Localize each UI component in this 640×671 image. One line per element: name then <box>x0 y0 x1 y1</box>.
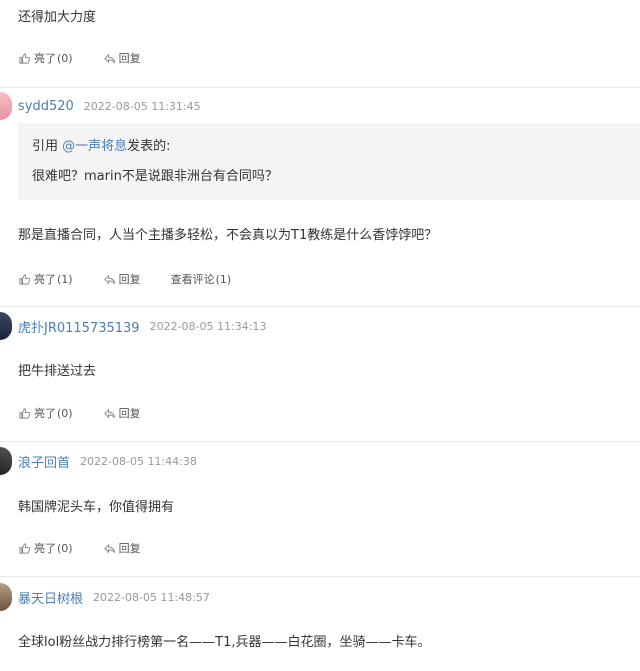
reply-label: 回复 <box>118 407 141 420</box>
timestamp: 2022-08-05 11:31:45 <box>83 99 201 113</box>
comment-actions: 亮了 (1) 回复 查看评论 (1) <box>18 271 261 287</box>
comment-text: 韩国牌泥头车，你值得拥有 <box>18 500 175 515</box>
like-count: (0) <box>57 541 73 555</box>
reply-button[interactable]: 回复 <box>103 405 141 421</box>
reply-icon <box>103 274 115 284</box>
comment-header: 虎扑JR0115735139 2022-08-05 11:34:13 <box>0 312 266 340</box>
comment-actions: 亮了 (0) 回复 <box>18 405 171 421</box>
thumbs-up-icon <box>19 542 31 554</box>
reply-label: 回复 <box>118 542 141 555</box>
avatar[interactable] <box>0 447 12 475</box>
view-comments-button[interactable]: 查看评论 (1) <box>171 271 232 287</box>
like-count: (1) <box>57 272 73 286</box>
like-button[interactable]: 亮了 (0) <box>18 405 73 421</box>
quote-block: 引用 @一声将息发表的: 很难吧？marin不是说跟非洲台有合同吗？ <box>18 123 640 200</box>
view-comments-label: 查看评论 <box>170 273 215 286</box>
reply-label: 回复 <box>118 52 141 65</box>
avatar[interactable] <box>0 92 12 120</box>
reply-label: 回复 <box>118 273 141 286</box>
comment-text: 把牛排送过去 <box>18 364 97 379</box>
like-button[interactable]: 亮了 (1) <box>18 271 73 287</box>
timestamp: 2022-08-05 11:44:38 <box>80 454 197 468</box>
view-comments-count: (1) <box>215 272 232 286</box>
like-label: 亮了 <box>34 542 56 555</box>
timestamp: 2022-08-05 11:48:57 <box>93 590 210 604</box>
divider <box>0 306 640 307</box>
reply-button[interactable]: 回复 <box>103 50 141 66</box>
quote-prefix: 引用 <box>32 139 63 154</box>
username-link[interactable]: 虎扑JR0115735139 <box>18 317 140 336</box>
quoted-user-link[interactable]: @一声将息 <box>62 139 127 154</box>
avatar[interactable] <box>0 312 12 340</box>
username-link[interactable]: sydd520 <box>18 99 74 114</box>
reply-icon <box>103 53 115 63</box>
like-label: 亮了 <box>34 407 56 420</box>
comment-text: 那是直播合同，人当个主播多轻松，不会真以为T1教练是什么香饽饽吧？ <box>18 228 438 243</box>
like-button[interactable]: 亮了 (0) <box>18 540 73 556</box>
comment-actions: 亮了 (0) 回复 <box>18 540 171 556</box>
like-count: (0) <box>57 406 73 420</box>
thumbs-up-icon <box>19 273 31 285</box>
comment-header: 暴天日树根 2022-08-05 11:48:57 <box>0 583 210 611</box>
quote-text: 很难吧？marin不是说跟非洲台有合同吗？ <box>32 169 278 184</box>
quote-suffix: 发表的: <box>127 139 171 154</box>
comment-feed: 还得加大力度 亮了 (0) 回复 sydd520 2022-08-05 11:3… <box>0 0 640 671</box>
like-button[interactable]: 亮了 (0) <box>18 50 73 66</box>
thumbs-up-icon <box>19 52 31 64</box>
like-count: (0) <box>57 51 73 65</box>
username-link[interactable]: 浪子回首 <box>18 452 70 471</box>
comment-header: sydd520 2022-08-05 11:31:45 <box>0 92 201 120</box>
username-link[interactable]: 暴天日树根 <box>18 588 83 607</box>
quote-header: 引用 @一声将息发表的: <box>32 135 171 154</box>
like-label: 亮了 <box>34 273 56 286</box>
reply-button[interactable]: 回复 <box>103 540 141 556</box>
thumbs-up-icon <box>19 407 31 419</box>
comment-header: 浪子回首 2022-08-05 11:44:38 <box>0 447 197 475</box>
avatar[interactable] <box>0 583 12 611</box>
timestamp: 2022-08-05 11:34:13 <box>149 319 267 333</box>
reply-icon <box>103 408 115 418</box>
reply-icon <box>103 543 115 553</box>
like-label: 亮了 <box>34 52 56 65</box>
divider <box>0 87 640 88</box>
divider <box>0 441 640 442</box>
comment-actions: 亮了 (0) 回复 <box>18 50 171 66</box>
divider <box>0 576 640 577</box>
comment-text: 全球lol粉丝战力排行榜第一名——T1,兵器——白花圈，坐骑——卡车。 <box>18 635 431 650</box>
reply-button[interactable]: 回复 <box>103 271 141 287</box>
comment-text: 还得加大力度 <box>18 10 97 25</box>
